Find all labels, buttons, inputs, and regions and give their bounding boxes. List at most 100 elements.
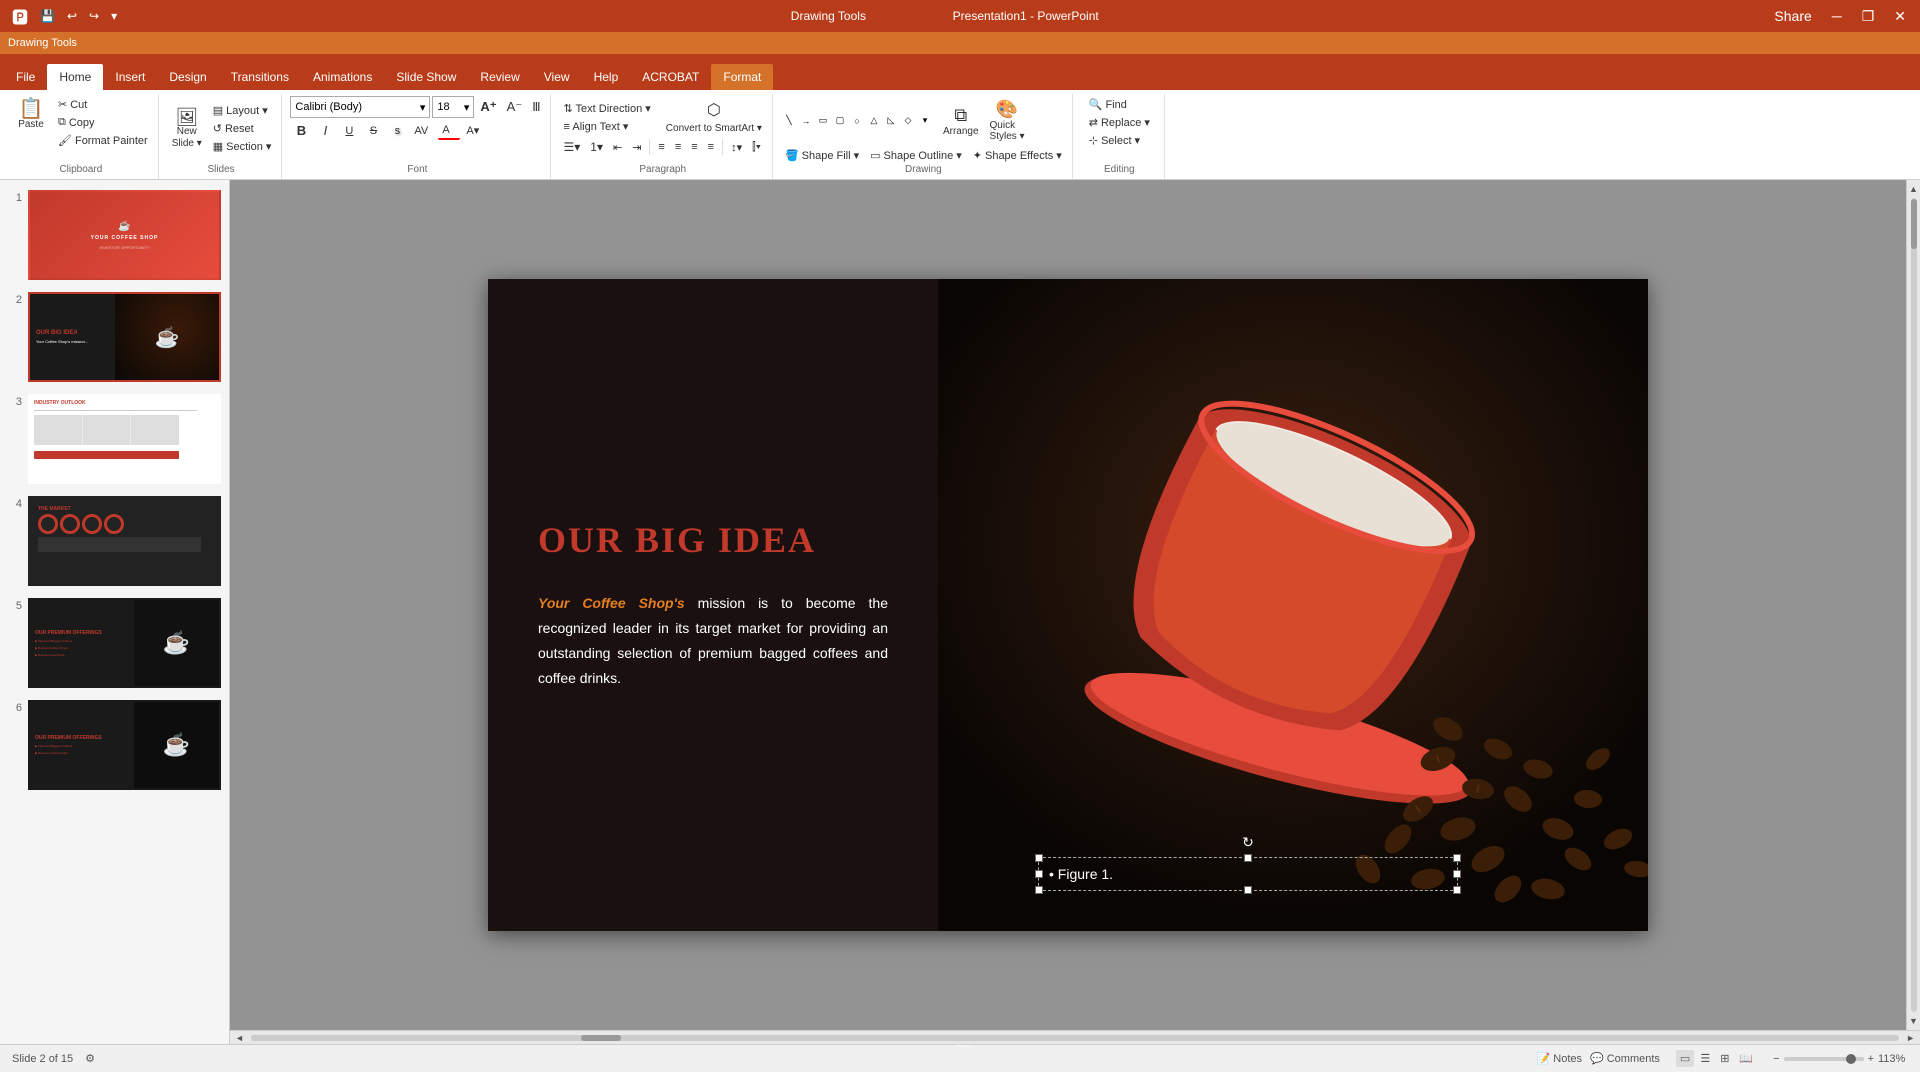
minimize-btn[interactable]: ─ <box>1826 6 1848 26</box>
strikethrough-button[interactable]: S <box>362 123 384 139</box>
scroll-down-btn[interactable]: ▼ <box>1907 1014 1920 1028</box>
line-shape[interactable]: ╲ <box>781 114 797 128</box>
tab-review[interactable]: Review <box>468 64 531 90</box>
rt-triangle-shape[interactable]: ◺ <box>883 114 899 128</box>
justify-button[interactable]: ≡ <box>704 139 718 155</box>
zoom-in-btn[interactable]: + <box>1868 1053 1874 1065</box>
share-btn[interactable]: Share <box>1768 6 1817 26</box>
horizontal-scrollbar[interactable]: ◄ ► <box>230 1030 1920 1044</box>
diamond-shape[interactable]: ◇ <box>900 114 916 128</box>
handle-tr[interactable] <box>1453 854 1461 862</box>
decrease-font-button[interactable]: A⁻ <box>503 97 527 117</box>
shadow-button[interactable]: s <box>386 123 408 139</box>
paste-button[interactable]: 📋 Paste <box>10 96 52 134</box>
shape-effects-button[interactable]: ✦ Shape Effects ▾ <box>969 147 1066 164</box>
oval-shape[interactable]: ○ <box>849 114 865 128</box>
arrow-shape[interactable]: → <box>798 114 814 128</box>
triangle-shape[interactable]: △ <box>866 114 882 128</box>
slide-thumb-2[interactable]: 2 OUR BIG IDEA Your Coffee Shop's missio… <box>6 290 223 384</box>
decrease-indent-button[interactable]: ⇤ <box>609 139 626 156</box>
rect-shape[interactable]: ▭ <box>815 114 831 128</box>
scroll-right-btn[interactable]: ► <box>1903 1032 1918 1044</box>
scroll-left-btn[interactable]: ◄ <box>232 1032 247 1044</box>
comments-btn[interactable]: 💬 Comments <box>1590 1052 1660 1065</box>
zoom-thumb[interactable] <box>1846 1054 1856 1064</box>
vertical-scrollbar[interactable]: ▲ ▼ <box>1906 180 1920 1030</box>
italic-button[interactable]: I <box>314 121 336 140</box>
align-right-button[interactable]: ≡ <box>687 139 701 155</box>
redo-btn[interactable]: ↪ <box>85 7 103 25</box>
round-rect-shape[interactable]: ▢ <box>832 114 848 128</box>
clear-format-button[interactable]: Ⅲ <box>528 98 544 116</box>
handle-br[interactable] <box>1453 886 1461 894</box>
rotation-handle-caption[interactable]: ↻ <box>1242 834 1254 851</box>
slide-sorter-btn[interactable]: ⊞ <box>1716 1050 1733 1067</box>
line-spacing-button[interactable]: ↕▾ <box>727 139 746 156</box>
scroll-thumb-v[interactable] <box>1911 199 1917 249</box>
tab-transitions[interactable]: Transitions <box>219 64 301 90</box>
tab-insert[interactable]: Insert <box>103 64 157 90</box>
more-shapes-btn[interactable]: ▾ <box>917 114 933 128</box>
tab-slideshow[interactable]: Slide Show <box>384 64 468 90</box>
tab-format[interactable]: Format <box>711 64 773 90</box>
reset-button[interactable]: ↺ Reset <box>209 120 276 137</box>
normal-view-btn[interactable]: ▭ <box>1676 1050 1694 1067</box>
cut-button[interactable]: ✂ Cut <box>54 96 152 113</box>
figure-caption-container[interactable]: ↻ • Figure 1. <box>1038 857 1458 891</box>
handle-bl[interactable] <box>1035 886 1043 894</box>
scroll-up-btn[interactable]: ▲ <box>1907 182 1920 196</box>
font-color-button[interactable]: A <box>438 122 460 140</box>
align-text-button[interactable]: ≡ Align Text ▾ <box>559 118 654 135</box>
canvas-area[interactable]: OUR BIG IDEA Your Coffee Shop's mission … <box>230 180 1906 1030</box>
handle-bm[interactable] <box>1244 886 1252 894</box>
zoom-slider[interactable] <box>1784 1057 1864 1061</box>
select-button[interactable]: ⊹ Select ▾ <box>1085 132 1144 149</box>
underline-button[interactable]: U <box>338 123 360 139</box>
outline-view-btn[interactable]: ☰ <box>1696 1050 1714 1067</box>
restore-btn[interactable]: ❐ <box>1856 6 1881 27</box>
layout-button[interactable]: ▤ Layout ▾ <box>209 102 276 119</box>
align-left-button[interactable]: ≡ <box>654 139 668 155</box>
numbering-button[interactable]: 1▾ <box>586 138 607 156</box>
replace-button[interactable]: ⇄ Replace ▾ <box>1085 114 1154 131</box>
bold-button[interactable]: B <box>290 121 312 140</box>
copy-button[interactable]: ⧉ Copy <box>54 114 152 131</box>
new-slide-button[interactable]: 🖼 NewSlide ▾ <box>167 105 207 153</box>
scroll-thumb-h[interactable] <box>581 1035 621 1041</box>
tab-home[interactable]: Home <box>47 64 103 90</box>
char-spacing-button[interactable]: AV <box>410 123 436 139</box>
text-direction-button[interactable]: ⇅ Text Direction ▾ <box>559 100 654 117</box>
notes-btn[interactable]: 📝 Notes <box>1537 1052 1582 1065</box>
increase-indent-button[interactable]: ⇥ <box>628 139 645 156</box>
customize-btn[interactable]: ▾ <box>107 7 121 25</box>
convert-smartart-button[interactable]: ⬡ Convert to SmartArt ▾ <box>662 98 766 136</box>
columns-button[interactable]: ⫿▾ <box>748 139 765 156</box>
shape-fill-button[interactable]: 🪣 Shape Fill ▾ <box>781 147 863 164</box>
slide-thumb-5[interactable]: 5 OUR PREMIUM OFFERINGS ▶ Flavored Bagge… <box>6 596 223 690</box>
shape-outline-button[interactable]: ▭ Shape Outline ▾ <box>866 147 966 164</box>
highlight-button[interactable]: A▾ <box>462 122 484 139</box>
increase-font-button[interactable]: A⁺ <box>476 97 500 117</box>
arrange-button[interactable]: ⧉ Arrange <box>938 102 984 140</box>
handle-tm[interactable] <box>1244 854 1252 862</box>
font-name-dropdown[interactable]: Calibri (Body) ▾ <box>290 96 430 118</box>
reading-view-btn[interactable]: 📖 <box>1735 1050 1757 1067</box>
zoom-out-btn[interactable]: − <box>1773 1053 1779 1065</box>
undo-btn[interactable]: ↩ <box>63 7 81 25</box>
handle-mr[interactable] <box>1453 870 1461 878</box>
section-button[interactable]: ▦ Section ▾ <box>209 138 276 155</box>
slide-thumb-3[interactable]: 3 INDUSTRY OUTLOOK <box>6 392 223 486</box>
font-size-input[interactable]: 18 ▾ <box>432 96 474 118</box>
handle-ml[interactable] <box>1035 870 1043 878</box>
tab-acrobat[interactable]: ACROBAT <box>630 64 711 90</box>
slide-thumb-6[interactable]: 6 OUR PREMIUM OFFERINGS ▶ Flavored Bagge… <box>6 698 223 792</box>
slide-thumb-1[interactable]: 1 ☕ YOUR COFFEE SHOP INVESTOR OPPORTUNIT… <box>6 188 223 282</box>
tab-help[interactable]: Help <box>582 64 631 90</box>
tab-file[interactable]: File <box>4 64 47 90</box>
slide-thumb-4[interactable]: 4 THE MARKET <box>6 494 223 588</box>
handle-tl[interactable] <box>1035 854 1043 862</box>
tab-animations[interactable]: Animations <box>301 64 384 90</box>
find-button[interactable]: 🔍 Find <box>1085 96 1131 113</box>
align-center-button[interactable]: ≡ <box>671 139 685 155</box>
save-btn[interactable]: 💾 <box>36 7 59 25</box>
